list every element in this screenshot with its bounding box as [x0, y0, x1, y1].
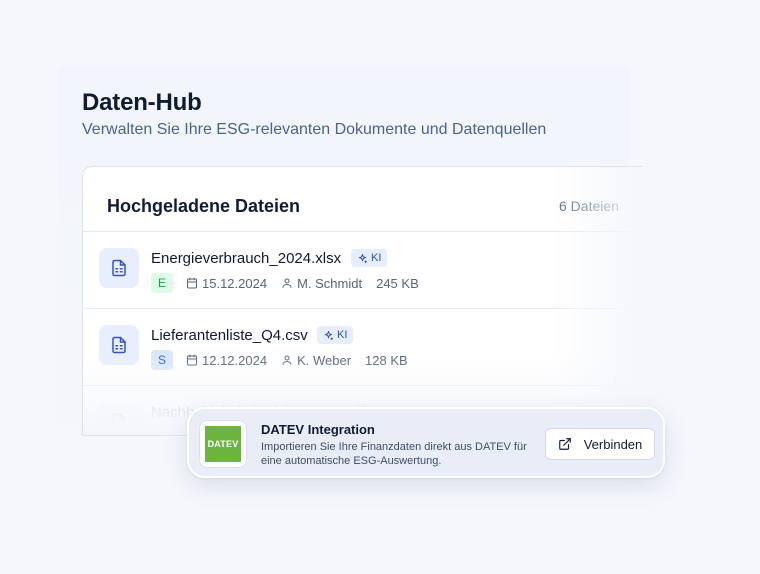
file-row[interactable]: Energieverbrauch_2024.xlsx KI E 15.12.20…	[83, 232, 642, 309]
upload-date: 15.12.2024	[186, 276, 267, 291]
integration-description: Importieren Sie Ihre Finanzdaten direkt …	[261, 441, 527, 467]
category-badge: E	[151, 273, 173, 293]
external-link-icon	[558, 438, 571, 450]
file-name[interactable]: Energieverbrauch_2024.xlsx	[151, 250, 341, 267]
user-icon	[282, 355, 292, 365]
upload-date-text: 15.12.2024	[202, 275, 268, 291]
card-title: Hochgeladene Dateien	[107, 196, 301, 216]
ai-badge: KI	[351, 249, 388, 267]
file-row[interactable]: Lieferantenliste_Q4.csv KI S 12.12.2024 …	[83, 309, 642, 386]
uploader: K. Weber	[281, 353, 351, 368]
file-size: 245 KB	[376, 275, 419, 291]
uploader-name: M. Schmidt	[297, 275, 363, 291]
file-spreadsheet-icon	[99, 402, 139, 435]
datev-logo-mark: DATEV	[205, 426, 241, 462]
datev-logo: DATEV	[199, 420, 247, 468]
uploaded-files-card: Hochgeladene Dateien 6 Dateien Energieve…	[82, 166, 642, 436]
uploader-name: K. Weber	[297, 352, 352, 368]
upload-date: 12.12.2024	[186, 353, 267, 368]
user-icon	[282, 278, 292, 288]
upload-date-text: 12.12.2024	[202, 352, 268, 368]
card-header: Hochgeladene Dateien 6 Dateien	[83, 167, 642, 232]
file-size: 128 KB	[365, 352, 408, 368]
file-meta: S 12.12.2024 K. Weber 128 KB	[151, 350, 422, 370]
file-count: 6 Dateien	[559, 198, 619, 214]
calendar-icon	[187, 354, 197, 366]
datev-integration-card: DATEV DATEV Integration Importieren Sie …	[187, 407, 665, 478]
ai-badge-label: KI	[337, 329, 348, 341]
integration-title: DATEV Integration	[261, 422, 375, 437]
calendar-icon	[187, 277, 197, 289]
ai-badge-label: KI	[371, 252, 382, 264]
page-subtitle: Verwalten Sie Ihre ESG-relevanten Dokume…	[82, 121, 547, 138]
sparkles-icon	[358, 253, 368, 263]
page-title: Daten-Hub	[82, 89, 202, 116]
file-meta: E 15.12.2024 M. Schmidt 245 KB	[151, 273, 433, 293]
ai-badge: KI	[317, 326, 354, 344]
file-spreadsheet-icon	[99, 248, 139, 288]
connect-button-label: Verbinden	[583, 436, 643, 452]
file-spreadsheet-icon	[99, 325, 139, 365]
file-name[interactable]: Lieferantenliste_Q4.csv	[151, 327, 308, 344]
category-badge: S	[151, 350, 173, 370]
uploader: M. Schmidt	[281, 276, 362, 291]
connect-button[interactable]: Verbinden	[545, 428, 655, 460]
sparkles-icon	[324, 330, 334, 340]
